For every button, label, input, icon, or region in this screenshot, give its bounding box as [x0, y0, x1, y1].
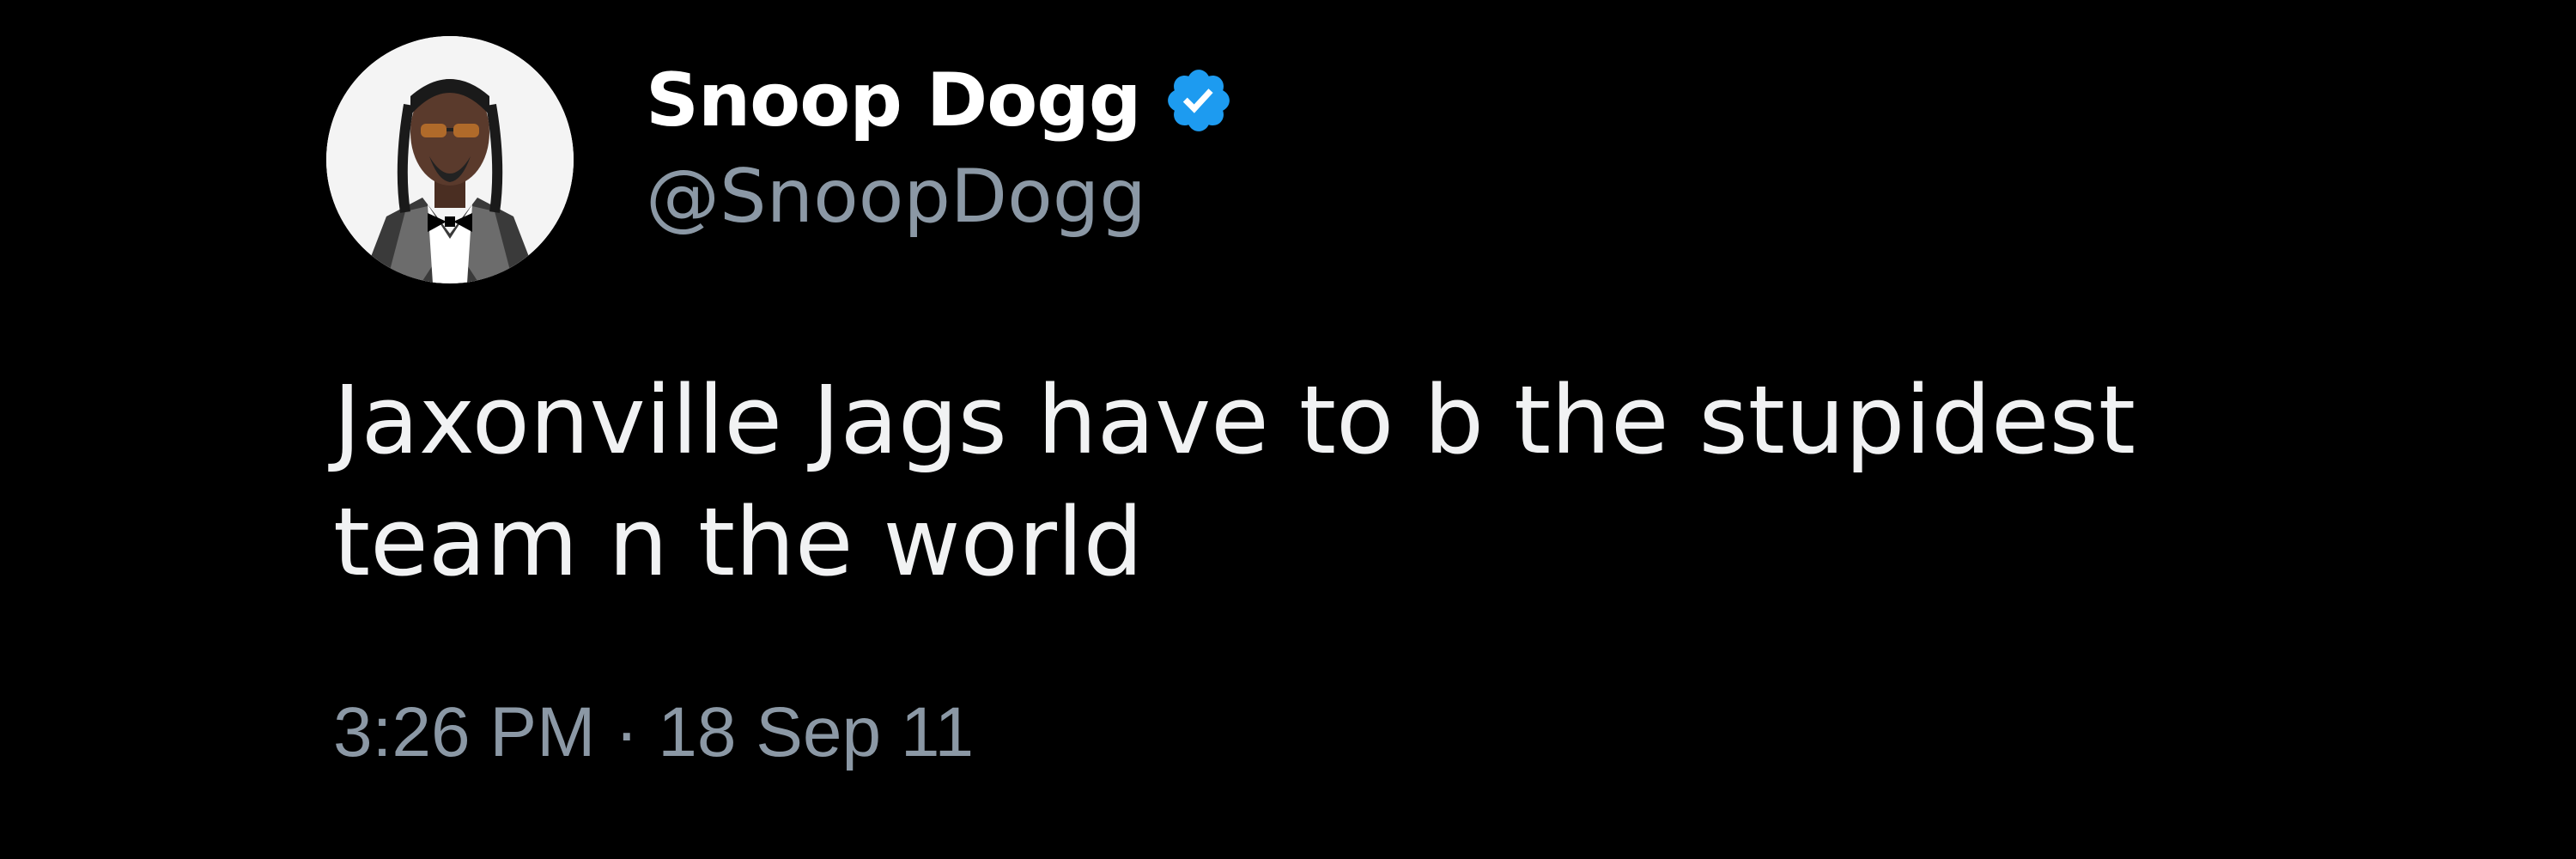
tweet-text: Jaxonville Jags have to b the stupidest … [333, 365, 2136, 597]
verified-badge-icon [1168, 70, 1230, 131]
tweet-card: Snoop Dogg @SnoopDogg Jaxonville Jags ha… [0, 0, 2576, 859]
author-handle[interactable]: @SnoopDogg [646, 160, 1146, 234]
display-name[interactable]: Snoop Dogg [646, 64, 1141, 137]
tweet-timestamp[interactable]: 3:26 PM · 18 Sep 11 [333, 698, 974, 768]
author-row: Snoop Dogg [646, 45, 1235, 156]
avatar[interactable] [326, 36, 574, 283]
avatar-portrait [326, 36, 574, 283]
